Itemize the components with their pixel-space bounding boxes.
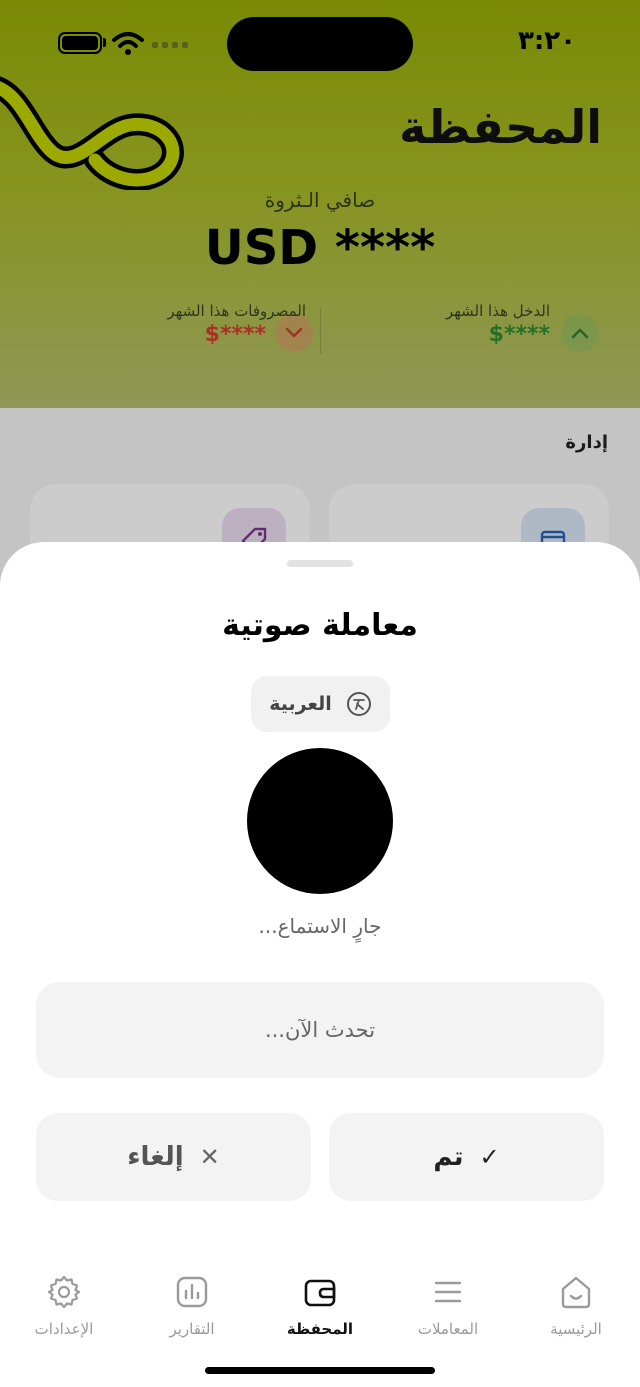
gear-icon (47, 1275, 81, 1309)
listening-status: جارٍ الاستماع... (258, 914, 382, 938)
cancel-button-label: إلغاء (127, 1142, 184, 1172)
done-button[interactable]: ✓ تم (329, 1113, 604, 1201)
tab-reports[interactable]: التقارير (132, 1274, 252, 1338)
translate-icon (346, 692, 371, 716)
tab-wallet[interactable]: المحفظة (260, 1274, 380, 1338)
transcript-field[interactable]: تحدث الآن... (36, 982, 604, 1078)
done-button-label: تم (433, 1142, 464, 1172)
language-label: العربية (269, 693, 332, 715)
recording-indicator[interactable] (247, 748, 393, 894)
language-selector[interactable]: العربية (251, 676, 390, 732)
tab-home[interactable]: الرئيسية (516, 1274, 636, 1338)
tab-label: المحفظة (286, 1320, 354, 1338)
tab-label: التقارير (169, 1320, 215, 1338)
close-icon: ✕ (199, 1143, 220, 1171)
tab-label: المعاملات (417, 1320, 479, 1338)
list-icon (434, 1281, 462, 1303)
wallet-icon (304, 1279, 336, 1307)
tab-transactions[interactable]: المعاملات (388, 1274, 508, 1338)
tab-settings[interactable]: الإعدادات (4, 1274, 124, 1338)
chart-icon (176, 1276, 208, 1308)
home-icon (561, 1276, 591, 1309)
sheet-grabber[interactable] (287, 560, 353, 567)
cancel-button[interactable]: ✕ إلغاء (36, 1113, 311, 1201)
tab-label: الرئيسية (550, 1320, 602, 1338)
check-icon: ✓ (479, 1143, 500, 1171)
tab-label: الإعدادات (34, 1320, 94, 1338)
voice-transaction-sheet: معاملة صوتية العربية جارٍ الاستماع... تح… (0, 542, 640, 1387)
sheet-title: معاملة صوتية (222, 608, 418, 643)
home-indicator[interactable] (205, 1367, 435, 1374)
